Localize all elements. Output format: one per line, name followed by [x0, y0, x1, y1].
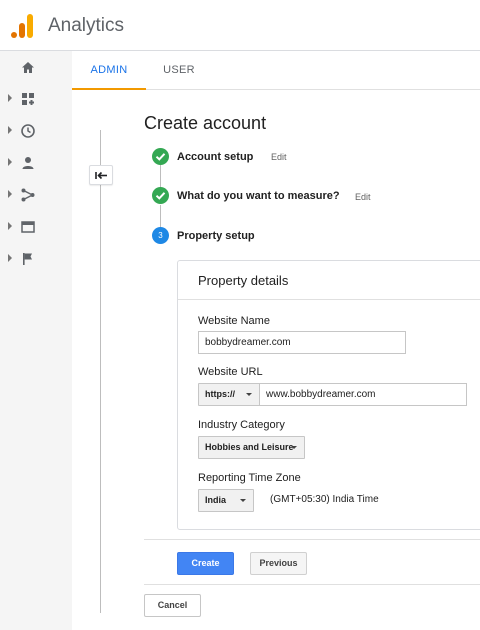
website-url-label: Website URL [198, 366, 263, 378]
step-number-badge: 3 [152, 227, 169, 244]
person-icon [22, 157, 34, 169]
section-divider [144, 584, 480, 585]
protocol-value: https:// [205, 389, 235, 399]
country-value: India [205, 495, 227, 505]
app-title: Analytics [48, 15, 125, 36]
app-header: Analytics [0, 0, 480, 51]
step-complete-icon [152, 148, 169, 165]
customization-icon [22, 93, 34, 105]
nav-item-behavior[interactable] [0, 211, 72, 243]
previous-button[interactable]: Previous [250, 552, 307, 575]
property-details-card: Property details Website Name bobbydream… [177, 260, 480, 530]
tab-admin[interactable]: ADMIN [72, 51, 146, 90]
expand-caret-icon [8, 190, 12, 198]
create-button[interactable]: Create [177, 552, 234, 575]
back-arrow-icon [95, 171, 107, 180]
edit-measure-link[interactable]: Edit [355, 192, 371, 202]
step-label-account-setup: Account setup [177, 151, 254, 163]
step-label-property-setup: Property setup [177, 230, 255, 242]
expand-caret-icon [8, 126, 12, 134]
nav-item-home[interactable] [0, 51, 72, 83]
admin-user-tabs: ADMIN USER [72, 51, 480, 90]
website-name-label: Website Name [198, 315, 270, 327]
step-label-measure: What do you want to measure? [177, 190, 340, 202]
expand-caret-icon [8, 254, 12, 262]
page-title: Create account [144, 113, 267, 133]
nav-item-audience[interactable] [0, 147, 72, 179]
industry-category-value: Hobbies and Leisure [205, 442, 294, 452]
protocol-select[interactable]: https:// [198, 383, 260, 406]
expand-caret-icon [8, 94, 12, 102]
website-url-input[interactable]: www.bobbydreamer.com [259, 383, 467, 406]
nav-item-conversions[interactable] [0, 243, 72, 275]
website-name-input[interactable]: bobbydreamer.com [198, 331, 406, 354]
industry-category-select[interactable]: Hobbies and Leisure [198, 436, 305, 459]
checkmark-icon [155, 192, 166, 200]
nav-item-acquisition[interactable] [0, 179, 72, 211]
industry-category-label: Industry Category [198, 419, 285, 431]
time-zone-value[interactable]: (GMT+05:30) India Time [270, 494, 379, 505]
analytics-logo-icon[interactable] [11, 14, 33, 38]
flag-icon [23, 253, 32, 265]
section-divider [144, 539, 480, 540]
time-zone-label: Reporting Time Zone [198, 472, 301, 484]
behavior-icon [21, 221, 35, 233]
country-select[interactable]: India [198, 489, 254, 512]
dropdown-arrow-icon [246, 393, 252, 396]
nav-item-customization[interactable] [0, 83, 72, 115]
edit-account-setup-link[interactable]: Edit [271, 152, 287, 162]
clock-icon [21, 124, 35, 138]
home-icon [22, 62, 34, 73]
expand-caret-icon [8, 222, 12, 230]
nav-item-realtime[interactable] [0, 115, 72, 147]
expand-caret-icon [8, 158, 12, 166]
cancel-button[interactable]: Cancel [144, 594, 201, 617]
column-divider [100, 130, 101, 613]
card-divider [178, 299, 480, 300]
dropdown-arrow-icon [240, 499, 246, 502]
left-nav [0, 51, 72, 630]
tab-user[interactable]: USER [152, 51, 206, 90]
card-title: Property details [198, 273, 289, 288]
dropdown-arrow-icon [291, 446, 297, 449]
acquisition-icon [21, 188, 35, 202]
step-complete-icon [152, 187, 169, 204]
checkmark-icon [155, 153, 166, 161]
back-button[interactable] [89, 165, 113, 185]
